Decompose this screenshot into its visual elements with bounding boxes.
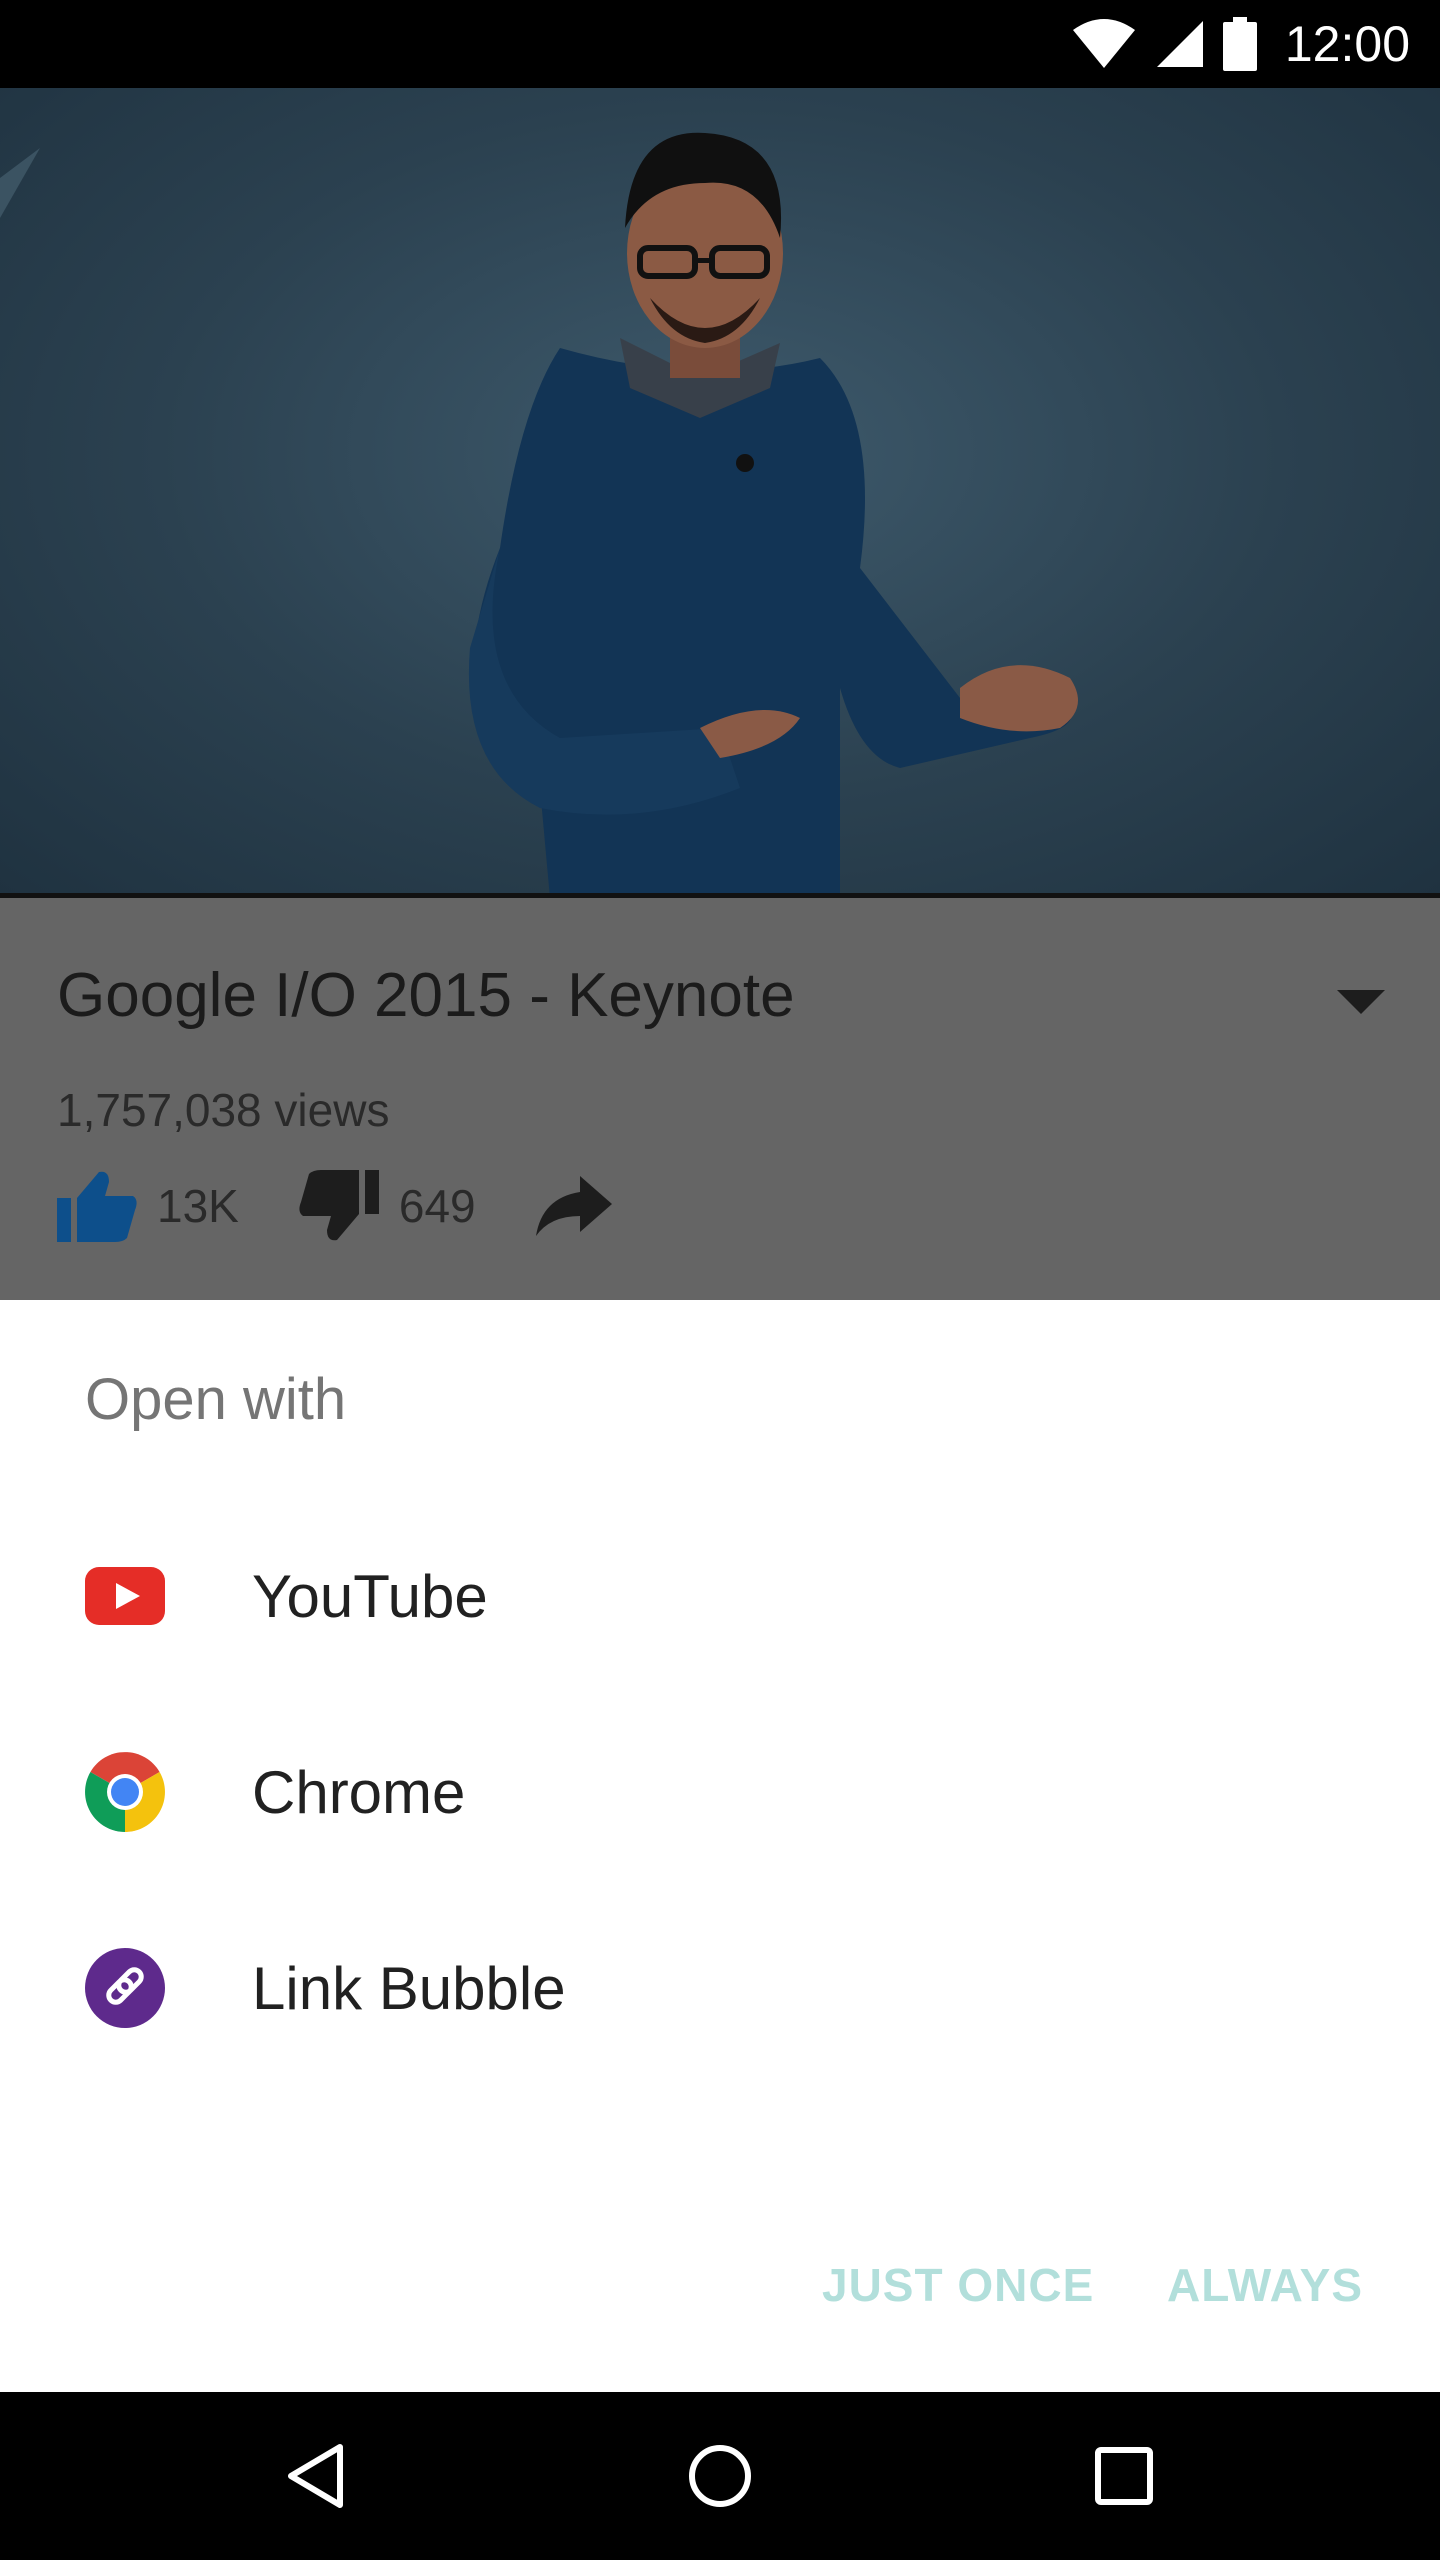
thumbs-down-icon <box>299 1170 379 1241</box>
app-item-youtube[interactable]: YouTube <box>0 1498 1440 1694</box>
expand-arrow-icon[interactable] <box>1337 990 1385 1014</box>
view-count: 1,757,038 views <box>57 1084 390 1136</box>
back-icon <box>288 2444 343 2508</box>
video-frame <box>0 132 1440 898</box>
like-count: 13K <box>157 1180 239 1232</box>
video-title: Google I/O 2015 - Keynote <box>57 961 795 1030</box>
sheet-title: Open with <box>85 1367 347 1432</box>
status-bar: 12:00 <box>0 0 1440 88</box>
always-button[interactable]: ALWAYS <box>1167 2258 1363 2312</box>
dislike-count: 649 <box>398 1180 476 1232</box>
recents-button[interactable] <box>1044 2392 1204 2560</box>
thumbs-up-icon <box>57 1171 137 1242</box>
navigation-bar <box>0 2392 1440 2560</box>
wifi-icon <box>1072 19 1135 68</box>
cellular-signal-icon <box>1156 21 1203 67</box>
app-item-link-bubble[interactable]: Link Bubble <box>0 1890 1440 2086</box>
clock: 12:00 <box>1284 16 1410 72</box>
video-details: Google I/O 2015 - Keynote 1,757,038 view… <box>0 898 1440 1300</box>
chrome-icon <box>85 1752 165 1832</box>
app-label-youtube: YouTube <box>252 1562 488 1630</box>
link-bubble-icon <box>85 1948 165 2028</box>
like-button[interactable]: 13K <box>57 1170 239 1242</box>
home-icon <box>689 2445 751 2507</box>
app-label-link-bubble: Link Bubble <box>252 1954 566 2022</box>
video-actions: 13K 649 <box>57 1170 672 1242</box>
dislike-button[interactable]: 649 <box>299 1170 476 1242</box>
youtube-icon <box>85 1556 165 1636</box>
open-with-sheet: Open with YouTube Chrome Link Bubble <box>0 1300 1440 2392</box>
back-button[interactable] <box>236 2392 396 2560</box>
video-player <box>0 88 1440 898</box>
home-button[interactable] <box>640 2392 800 2560</box>
share-icon <box>535 1176 612 1236</box>
app-label-chrome: Chrome <box>252 1758 466 1826</box>
recents-icon <box>1095 2447 1153 2505</box>
app-item-chrome[interactable]: Chrome <box>0 1694 1440 1890</box>
battery-icon <box>1222 17 1257 71</box>
just-once-button[interactable]: JUST ONCE <box>822 2258 1094 2312</box>
share-button[interactable] <box>535 1176 612 1236</box>
